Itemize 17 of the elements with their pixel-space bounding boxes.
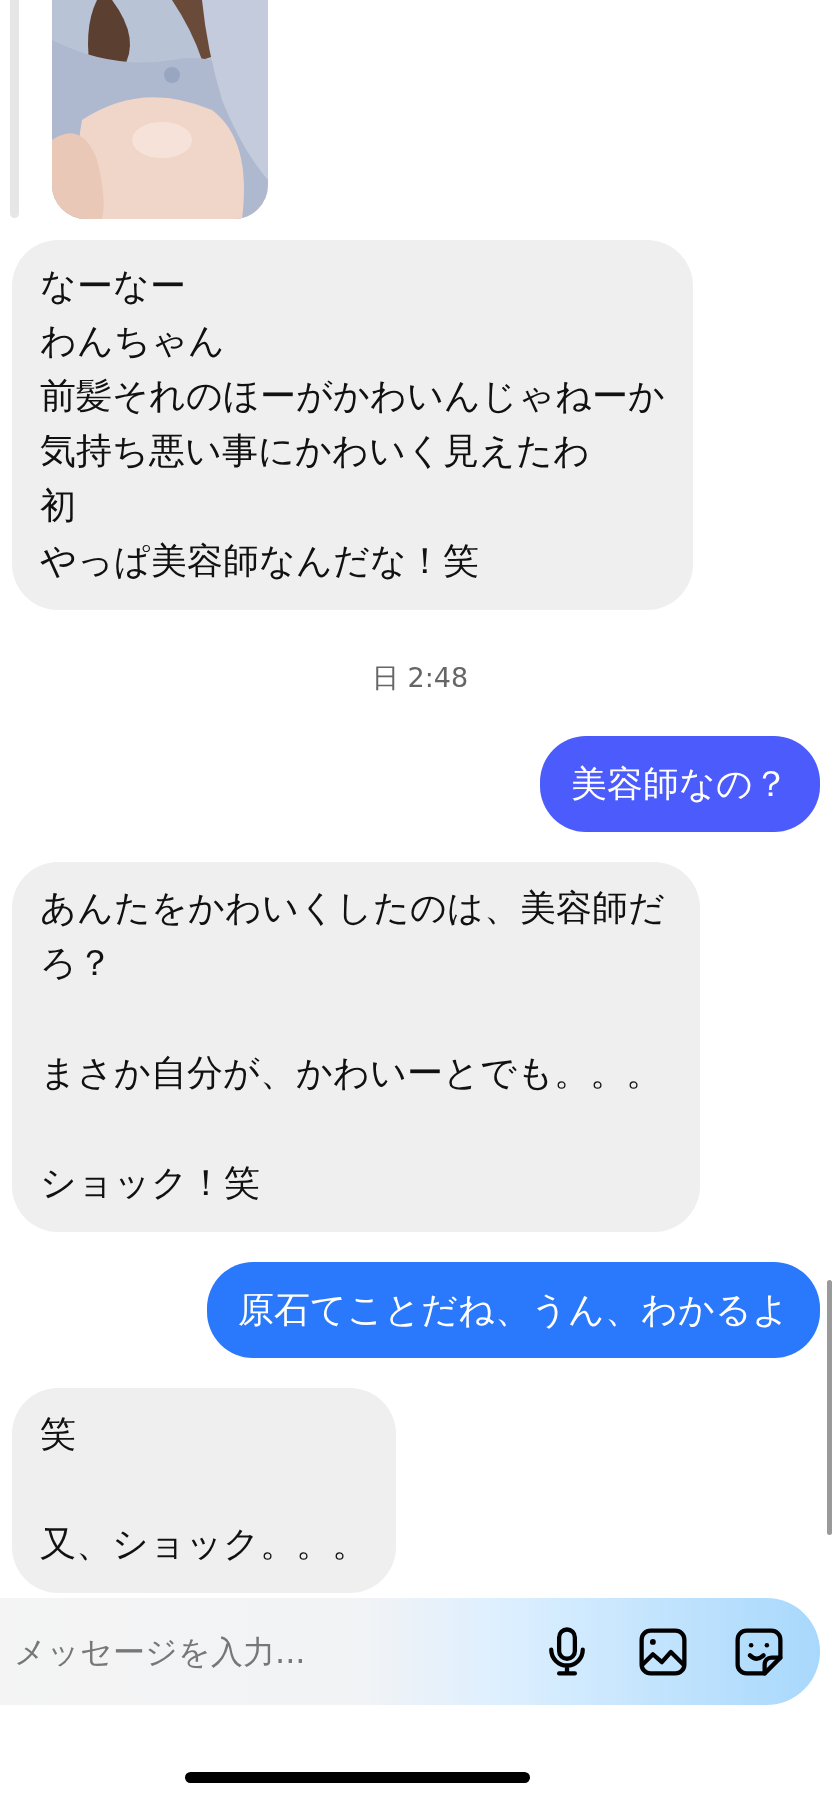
message-input[interactable]: メッセージを入力...	[14, 1626, 540, 1677]
message-text: ショック！笑	[40, 1161, 261, 1205]
message-text: わんちゃん	[40, 319, 226, 363]
scrollbar[interactable]	[827, 1280, 832, 1535]
message-text: なーなー	[40, 264, 187, 308]
message-text: まさか自分が、かわいーとでも。。。	[40, 1051, 663, 1095]
message-text: やっぱ美容師なんだな！笑	[40, 539, 480, 583]
message-bubble: 美容師なの？	[540, 736, 820, 832]
message-text: 又、ショック。。。	[40, 1522, 368, 1566]
message-text: 気持ち悪い事にかわいく見えたわ	[40, 429, 591, 473]
message-bubble: 原石てことだね、うん、わかるよ	[207, 1262, 820, 1358]
message-text: 前髪それのほーがかわいんじゃねーか	[40, 374, 665, 418]
composer-bar[interactable]: メッセージを入力...	[0, 1598, 820, 1705]
message-text: 笑	[40, 1412, 77, 1456]
timestamp: 日 2:48	[371, 661, 469, 695]
message-text: 初	[40, 484, 77, 528]
message-text: あんたをかわいくしたのは、美容師だろ？	[40, 886, 666, 985]
